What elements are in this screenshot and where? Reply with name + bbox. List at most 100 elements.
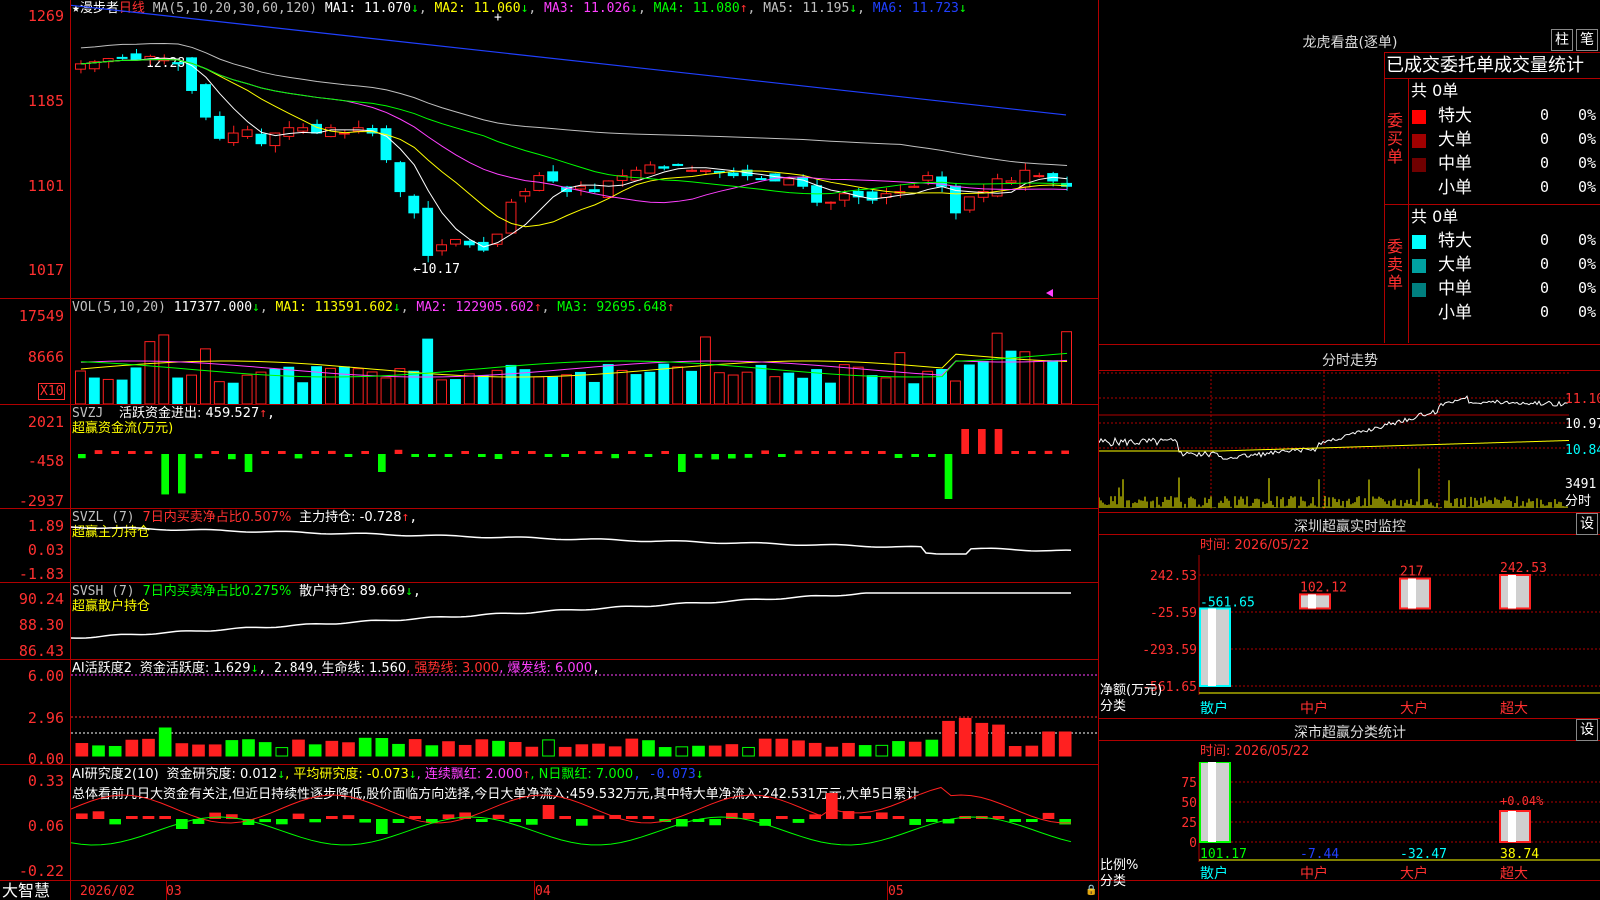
- flow-bar: [994, 429, 1003, 454]
- activity-bar: [1042, 731, 1055, 757]
- candle: [130, 53, 142, 61]
- volume-bar: [880, 377, 892, 404]
- flow-bar: [478, 454, 486, 457]
- buy-row-swatch-2: [1412, 158, 1426, 172]
- volume-bar: [241, 374, 253, 404]
- bar-mode-button[interactable]: 柱: [1551, 29, 1573, 51]
- research-bar: [526, 819, 538, 825]
- volume-bar: [227, 382, 239, 404]
- ai2-ytick-2: 0.06: [27, 817, 64, 835]
- activity-bar: [342, 742, 355, 757]
- research-bar: [909, 819, 921, 825]
- activity-bar: [292, 739, 305, 757]
- xaxis-label-mar: 03: [166, 884, 182, 899]
- sell-row-pct-3: 0%: [1578, 303, 1597, 321]
- volume-bar: [75, 370, 86, 404]
- research-bar: [126, 816, 138, 819]
- activity-bar: [642, 740, 655, 757]
- flow-bar: [211, 451, 219, 454]
- lock-icon[interactable]: 🔒: [1085, 883, 1097, 898]
- flow-bar: [694, 454, 703, 458]
- intraday-chart[interactable]: [1099, 371, 1569, 509]
- monitor-bar-highlight: [1208, 608, 1216, 686]
- candle: [325, 127, 336, 138]
- activity-bar: [992, 724, 1005, 757]
- flow-bar: [278, 451, 286, 454]
- monitor-ytick: -25.59: [1150, 606, 1197, 621]
- volume-bar: [158, 334, 170, 404]
- activity-bar: [425, 745, 439, 757]
- flow-bar: [894, 454, 903, 458]
- xaxis-label-apr: 04: [535, 884, 551, 899]
- flow-bar: [961, 429, 969, 454]
- activity-bar: [458, 744, 472, 757]
- activity-bar: [908, 741, 922, 757]
- candle: [658, 166, 670, 169]
- candle: [1005, 180, 1017, 184]
- classify-value-label: -7.44: [1300, 847, 1339, 862]
- app-logo[interactable]: 大智慧: [2, 882, 50, 899]
- candlestick-chart[interactable]: [71, 0, 1098, 298]
- monitor-value-label: -561.65: [1200, 595, 1255, 610]
- volume-bar: [588, 381, 600, 404]
- classify-bar-highlight: [1508, 811, 1516, 842]
- main-position-chart: [71, 526, 1072, 555]
- flow-bar: [194, 454, 203, 459]
- flow-bar: [361, 451, 369, 454]
- activity-bar: [475, 739, 489, 757]
- monitor-settings-button[interactable]: 设: [1576, 513, 1598, 535]
- activity-chart: [71, 674, 1098, 757]
- sell-row-name-2: 中单: [1438, 279, 1472, 299]
- intraday-vol-max: 3491: [1565, 477, 1597, 492]
- monitor-value-label: 217: [1400, 565, 1423, 580]
- volume-bar: [616, 369, 628, 404]
- flow-bar: [294, 454, 303, 459]
- buy-row-name-0: 特大: [1438, 106, 1472, 126]
- flow-bar: [944, 454, 953, 499]
- monitor-ytick: -293.59: [1142, 643, 1197, 658]
- research-bar: [359, 819, 371, 823]
- flow-bar: [661, 451, 669, 454]
- activity-bar: [508, 742, 522, 757]
- classify-settings-button[interactable]: 设: [1576, 719, 1598, 741]
- activity-bar: [808, 742, 822, 757]
- volume-bar: [144, 341, 156, 404]
- volume-bar: [463, 373, 475, 404]
- activity-bar: [942, 720, 955, 757]
- vol-unit-badge[interactable]: X10: [38, 383, 66, 400]
- volume-bar: [991, 332, 1003, 404]
- volume-bar: [422, 338, 434, 404]
- flow-bar: [578, 451, 586, 454]
- sell-row-pct-0: 0%: [1578, 231, 1597, 249]
- flow-bar: [644, 454, 653, 457]
- buy-row-count-2: 0: [1540, 154, 1550, 172]
- volume-bar: [477, 375, 489, 404]
- volume-bar: [255, 371, 267, 404]
- candle: [283, 127, 295, 137]
- sell-row-pct-2: 0%: [1578, 279, 1597, 297]
- volume-bar: [505, 364, 517, 404]
- flow-bar: [411, 454, 419, 457]
- research-bar: [276, 819, 288, 825]
- research-bar: [1009, 819, 1021, 822]
- flow-bar: [878, 451, 886, 454]
- candle: [172, 62, 184, 65]
- activity-bar: [775, 738, 789, 757]
- flow-bar: [378, 454, 386, 472]
- intraday-vol-unit: 分时: [1565, 494, 1592, 509]
- activity-bar: [725, 744, 739, 757]
- research-bar: [159, 816, 171, 819]
- monitor-value-label: 102.12: [1300, 580, 1347, 595]
- activity-bar: [608, 746, 622, 757]
- svsh-ytick-2: 88.30: [18, 616, 64, 634]
- volume-bar: [269, 368, 281, 404]
- volume-bar: [116, 379, 128, 404]
- monitor-xlabel: 分类: [1100, 699, 1127, 714]
- flow-bar: [928, 454, 936, 457]
- tick-mode-button[interactable]: 笔: [1576, 29, 1598, 51]
- candle: [797, 177, 809, 187]
- activity-bar: [75, 743, 89, 757]
- volume-bar: [547, 376, 559, 404]
- candle: [755, 178, 767, 181]
- flow-bar: [778, 454, 786, 457]
